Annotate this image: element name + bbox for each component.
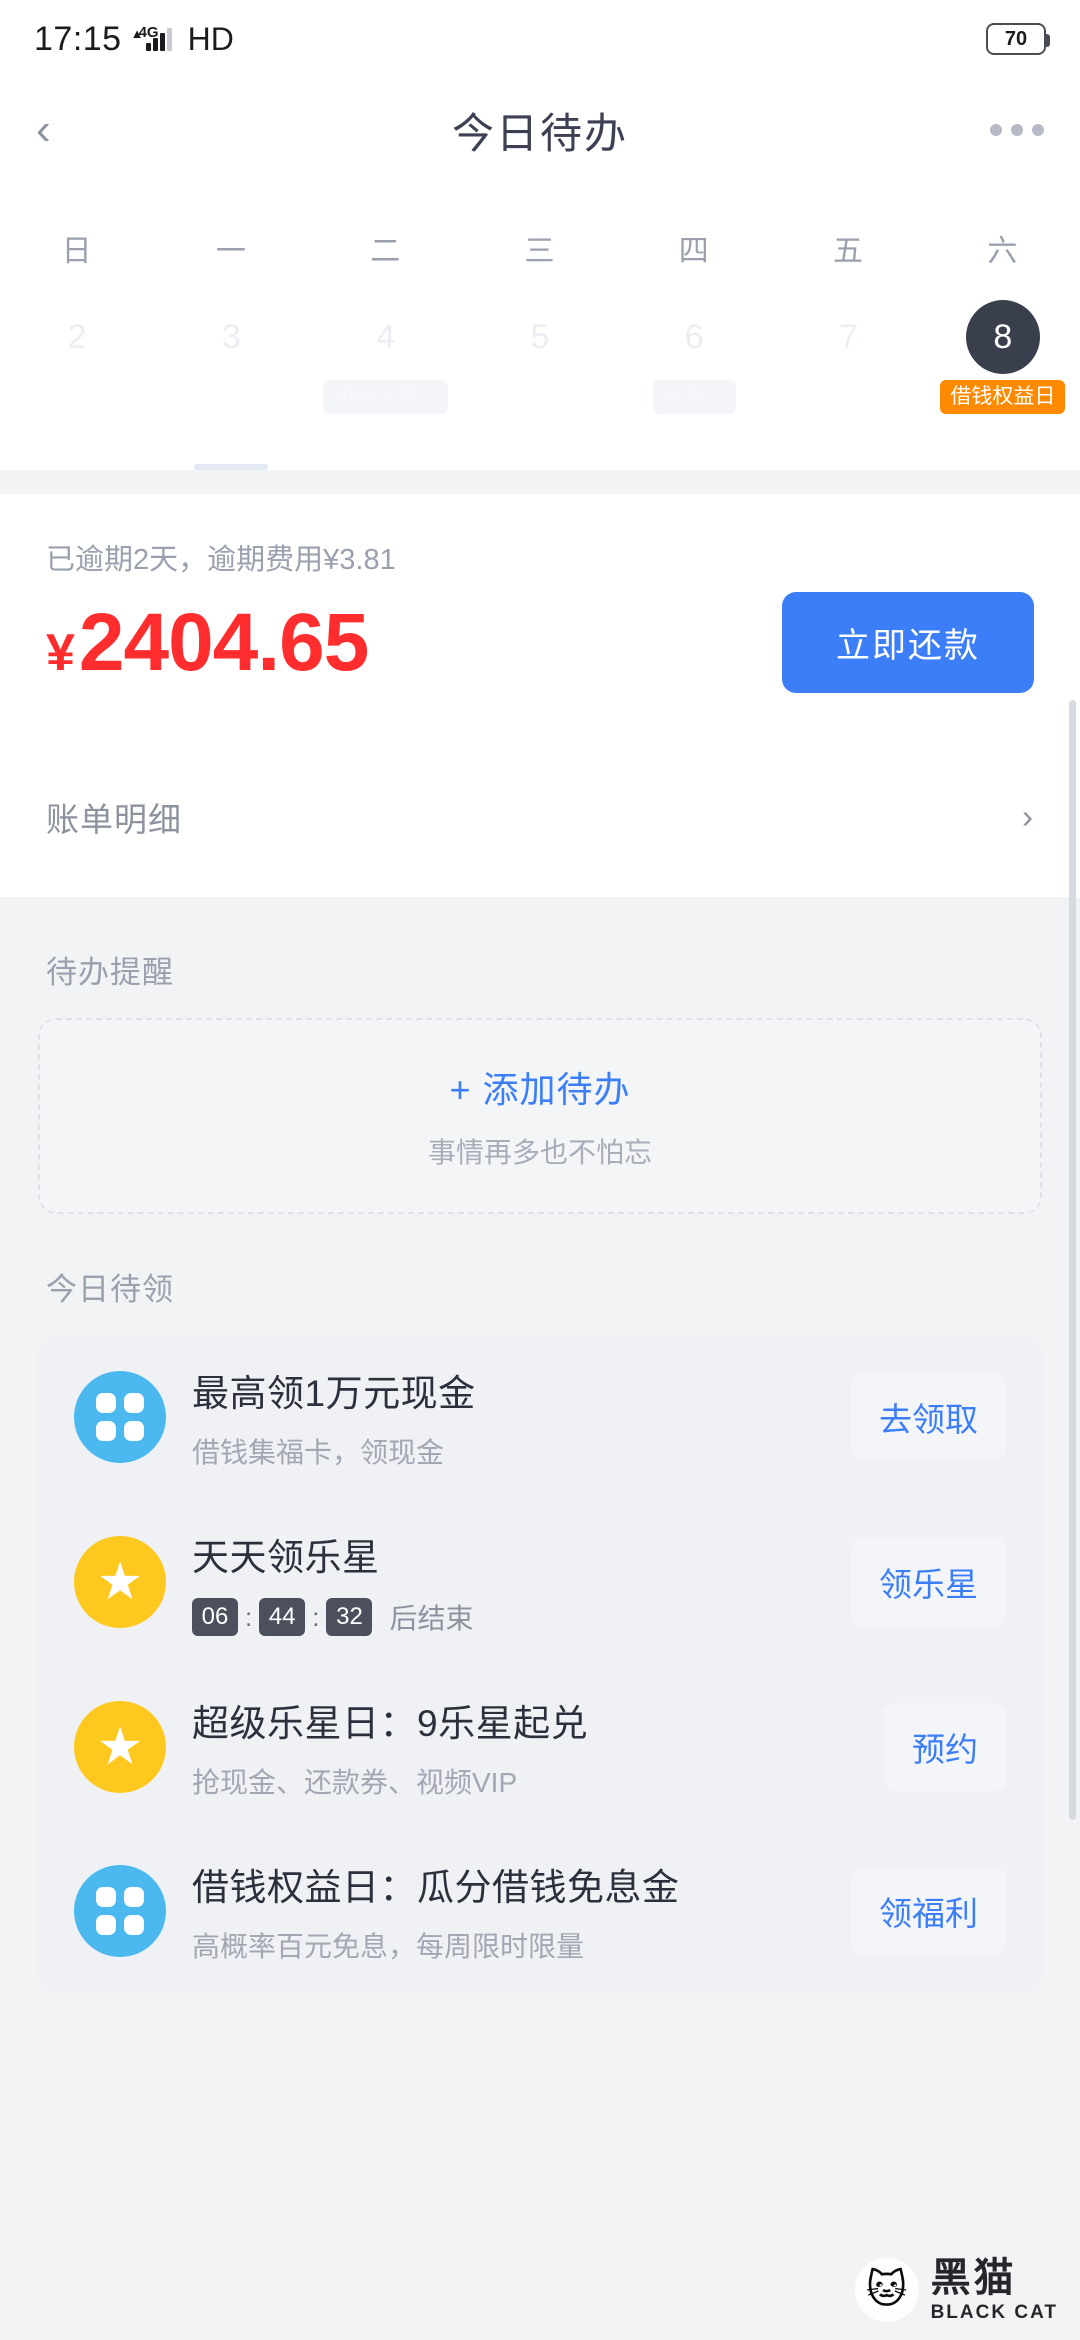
weekday-label: 四 [678,235,710,268]
calendar-day[interactable]: 7 [771,300,925,456]
vertical-scrollbar[interactable] [1069,700,1076,1820]
currency-symbol: ¥ [46,623,75,682]
bill-amount-row: ¥ 2404.65 立即还款 [46,592,1034,693]
claim-button[interactable]: 领福利 [851,1867,1006,1955]
list-item-title: 天天领乐星 [192,1537,380,1578]
bill-amount: ¥ 2404.65 [46,596,369,688]
repay-now-button[interactable]: 立即还款 [782,592,1034,693]
weekday-label: 二 [370,235,402,268]
list-item-title: 最高领1万元现金 [192,1373,476,1414]
calendar-day-number: 8 [965,300,1040,374]
hd-label: HD [187,20,234,57]
list-item-text: 最高领1万元现金 借钱集福卡，领现金 [192,1363,835,1471]
cat-icon: 🐱 [854,2258,919,2322]
list-item[interactable]: 最高领1万元现金 借钱集福卡，领现金 去领取 [38,1335,1042,1499]
calendar-day-indicator-bar [194,464,269,470]
countdown-suffix: 后结束 [389,1603,474,1634]
network-type-label: 4G [138,23,159,41]
list-item-text: 借钱权益日：瓜分借钱免息金 高概率百元免息，每周限时限量 [192,1857,835,1965]
more-horizontal-icon[interactable] [990,124,1044,136]
clover-icon [74,1865,166,1957]
calendar-day-number: 5 [530,317,550,356]
overdue-note: 已逾期2天，逾期费用¥3.81 [46,544,396,576]
watermark-en: BLACK CAT [930,2302,1058,2323]
countdown-timer: 06 : 44 : 32 后结束 [192,1597,835,1637]
claim-button[interactable]: 领乐星 [851,1538,1006,1626]
add-todo-subtitle: 事情再多也不怕忘 [427,1137,652,1168]
calendar-day-number: 6 [684,317,704,356]
calendar-day[interactable]: 6 还款日 [617,300,771,456]
calendar-day[interactable]: 2 [0,300,154,456]
countdown-colon: : [245,1601,253,1632]
watermark-cn: 黑猫 [930,2256,1017,2300]
signal-icon: ▲ 4G [131,24,172,51]
watermark-text: 黑猫 BLACK CAT [931,2258,1058,2322]
nav-bar: ‹ 今日待办 [0,78,1080,182]
calendar-day[interactable]: 5 [463,300,617,456]
star-icon: ★ [74,1701,166,1793]
list-item-subtitle: 高概率百元免息，每周限时限量 [192,1931,585,1962]
list-item-title: 超级乐星日：9乐星起兑 [192,1703,589,1744]
countdown-minutes: 44 [259,1598,306,1636]
list-item[interactable]: ★ 天天领乐星 06 : 44 : 32 后结束 领乐星 [38,1499,1042,1665]
list-item[interactable]: 借钱权益日：瓜分借钱免息金 高概率百元免息，每周限时限量 领福利 [38,1829,1042,1993]
calendar-day-row: 2 3 4 超级乐星日 5 6 还款日 7 8 借钱权益日 [0,280,1080,470]
weekday-label: 一 [215,235,247,268]
list-item-subtitle: 借钱集福卡，领现金 [192,1437,445,1468]
battery-icon: 70 [986,23,1050,55]
amount-value: 2404.65 [78,596,369,688]
countdown-hours: 06 [192,1598,238,1636]
clover-icon [74,1371,166,1463]
add-todo-label: + 添加待办 [449,1069,631,1110]
list-item[interactable]: ★ 超级乐星日：9乐星起兑 抢现金、还款券、视频VIP 预约 [38,1665,1042,1829]
weekday-label: 三 [524,235,556,268]
countdown-seconds: 32 [326,1598,373,1636]
calendar-day-number: 3 [221,317,241,356]
calendar-day-number: 4 [376,317,396,356]
calendar-day-number: 2 [67,317,87,356]
weekday-label: 六 [987,235,1019,268]
weekday-label: 五 [833,235,865,268]
list-item-title: 借钱权益日：瓜分借钱免息金 [192,1867,680,1908]
calendar-day[interactable]: 4 超级乐星日 [309,300,463,456]
list-item-subtitle: 抢现金、还款券、视频VIP [192,1767,518,1798]
calendar-weekday-row: 日 一 二 三 四 五 六 [0,182,1080,280]
claim-button[interactable]: 预约 [884,1703,1006,1791]
calendar-day-tag: 借钱权益日 [940,380,1066,415]
bill-detail-row[interactable]: 账单明细 › [46,733,1034,897]
calendar-day-selected[interactable]: 8 借钱权益日 [926,300,1080,456]
countdown-colon: : [312,1601,320,1632]
list-item-text: 超级乐星日：9乐星起兑 抢现金、还款券、视频VIP [192,1693,868,1801]
calendar-strip: 日 一 二 三 四 五 六 2 3 4 超级乐星日 5 6 还款日 7 8 借钱… [0,182,1080,470]
bill-detail-label: 账单明细 [46,801,182,838]
status-bar-left: 17:15 ▲ 4G HD [34,20,234,59]
todo-section-title: 待办提醒 [46,955,174,990]
battery-level: 70 [1004,27,1028,50]
watermark: 🐱 黑猫 BLACK CAT [854,2258,1058,2322]
status-bar: 17:15 ▲ 4G HD 70 [0,0,1080,78]
weekday-label: 日 [61,235,93,268]
rewards-list: 最高领1万元现金 借钱集福卡，领现金 去领取 ★ 天天领乐星 06 : 44 :… [38,1335,1042,1993]
claim-button[interactable]: 去领取 [851,1373,1006,1461]
star-icon: ★ [74,1536,166,1628]
list-item-text: 天天领乐星 06 : 44 : 32 后结束 [192,1527,835,1637]
calendar-day[interactable]: 3 [154,300,308,470]
page-title: 今日待办 [451,109,628,157]
calendar-day-tag: 还款日 [652,380,736,415]
calendar-day-tag: 超级乐星日 [323,380,449,415]
add-todo-button[interactable]: + 添加待办 事情再多也不怕忘 [38,1018,1042,1214]
rewards-section-title: 今日待领 [46,1272,174,1307]
chevron-right-icon: › [1022,798,1034,835]
status-time: 17:15 [34,19,122,58]
calendar-day-number: 7 [839,317,858,356]
bill-card: 已逾期2天，逾期费用¥3.81 ¥ 2404.65 立即还款 账单明细 › [0,494,1080,897]
